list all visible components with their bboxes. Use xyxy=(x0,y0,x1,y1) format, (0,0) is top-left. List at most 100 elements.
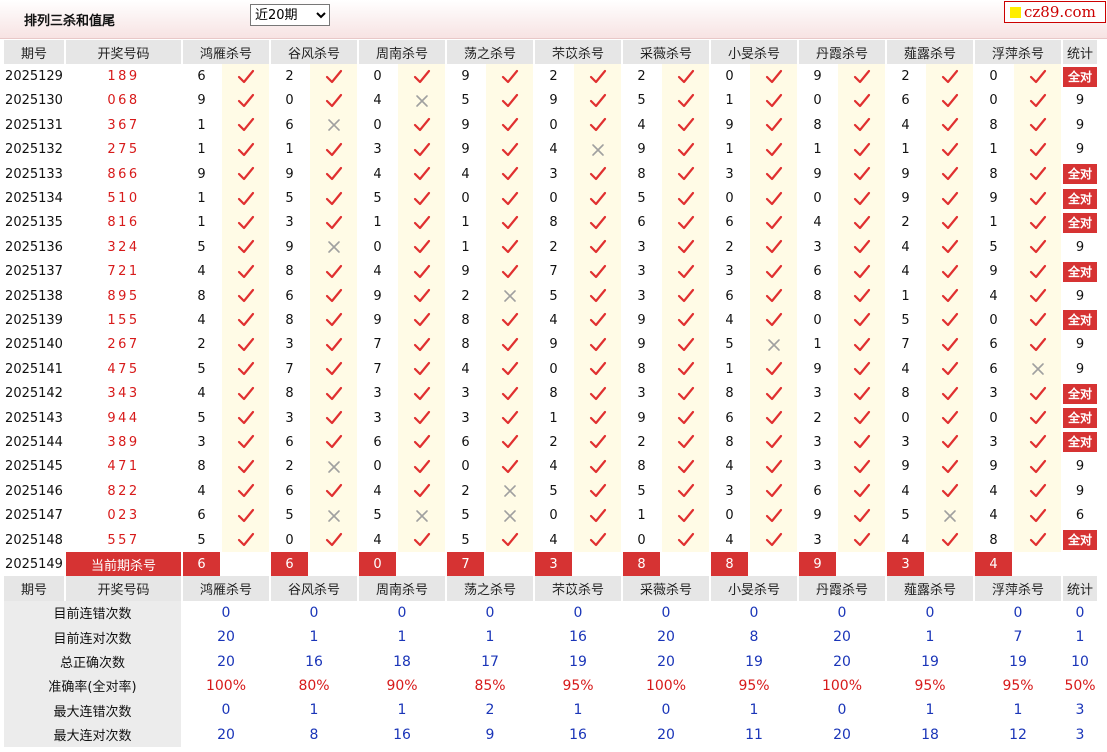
header-expert[interactable]: 丹霞杀号 xyxy=(799,40,885,65)
draw-number-cell: 068 xyxy=(107,93,140,109)
period-filter-select[interactable]: 近20期 xyxy=(250,4,330,26)
summary-label: 目前连对次数 xyxy=(4,624,181,650)
cross-icon xyxy=(486,503,533,528)
kill-number-cell: 6 xyxy=(359,430,396,455)
summary-header-expert[interactable]: 薤露杀号 xyxy=(887,576,973,601)
check-icon xyxy=(486,64,533,89)
header-expert[interactable]: 薤露杀号 xyxy=(887,40,973,65)
summary-value: 0 xyxy=(623,698,709,723)
check-icon xyxy=(750,259,797,284)
blank-cell xyxy=(926,552,973,577)
summary-header-expert[interactable]: 周南杀号 xyxy=(359,576,445,601)
header-expert[interactable]: 鸿雁杀号 xyxy=(183,40,269,65)
kill-number-cell: 7 xyxy=(359,332,396,358)
draw-number-cell: 324 xyxy=(107,239,140,255)
table-row: 2025135 816 1 3 1 1 8 6 6 4 2 1 全对 xyxy=(4,210,1097,236)
all-correct-badge: 全对 xyxy=(1063,432,1097,453)
check-icon xyxy=(398,479,445,504)
header-expert[interactable]: 采薇杀号 xyxy=(623,40,709,65)
check-icon xyxy=(838,283,885,309)
draw-number-cell: 475 xyxy=(107,361,140,377)
check-icon xyxy=(838,357,885,382)
kill-number-cell: 4 xyxy=(711,308,748,333)
site-logo[interactable]: cz89.com xyxy=(1004,1,1106,23)
check-icon xyxy=(838,259,885,284)
header-expert[interactable]: 周南杀号 xyxy=(359,40,445,65)
check-icon xyxy=(398,357,445,382)
kill-number-cell: 8 xyxy=(271,259,308,284)
summary-header-expert[interactable]: 鸿雁杀号 xyxy=(183,576,269,601)
check-icon xyxy=(486,405,533,431)
summary-header-expert[interactable]: 小旻杀号 xyxy=(711,576,797,601)
summary-header-expert[interactable]: 丹霞杀号 xyxy=(799,576,885,601)
summary-header-expert[interactable]: 荡之杀号 xyxy=(447,576,533,601)
table-row: 2025143 944 5 3 3 3 1 9 6 2 0 0 全对 xyxy=(4,405,1097,431)
check-icon xyxy=(574,186,621,211)
blank-cell xyxy=(750,552,797,577)
summary-label: 目前连错次数 xyxy=(4,600,181,625)
check-icon xyxy=(1014,186,1061,211)
summary-value: 19 xyxy=(535,649,621,674)
kill-number-cell: 4 xyxy=(447,357,484,382)
summary-value: 95% xyxy=(711,673,797,699)
period-cell: 2025129 xyxy=(5,69,63,85)
check-icon xyxy=(838,137,885,162)
kill-number-cell: 0 xyxy=(711,64,748,89)
summary-row: 目前连对次数 20 1 1 1 16 20 8 20 1 7 1 xyxy=(4,624,1097,650)
summary-header-expert[interactable]: 浮萍杀号 xyxy=(975,576,1061,601)
summary-value: 16 xyxy=(535,722,621,747)
header-expert[interactable]: 芣苡杀号 xyxy=(535,40,621,65)
kill-number-cell: 9 xyxy=(447,64,484,89)
kill-number-cell: 5 xyxy=(887,308,924,333)
all-correct-badge: 全对 xyxy=(1063,383,1097,404)
cross-icon xyxy=(1014,357,1061,382)
header-expert[interactable]: 荡之杀号 xyxy=(447,40,533,65)
check-icon xyxy=(574,88,621,114)
kill-number-cell: 0 xyxy=(535,113,572,138)
check-icon xyxy=(398,308,445,333)
kill-number-cell: 1 xyxy=(711,357,748,382)
header-expert[interactable]: 谷风杀号 xyxy=(271,40,357,65)
kill-number-cell: 9 xyxy=(623,308,660,333)
stat-cell: 全对 xyxy=(1063,528,1097,552)
kill-number-cell: 9 xyxy=(799,503,836,528)
header-expert[interactable]: 小旻杀号 xyxy=(711,40,797,65)
kill-number-cell: 4 xyxy=(887,357,924,382)
kill-number-cell: 0 xyxy=(711,503,748,528)
kill-number-cell: 3 xyxy=(975,430,1012,455)
summary-header-expert[interactable]: 谷风杀号 xyxy=(271,576,357,601)
summary-value: 1 xyxy=(887,698,973,723)
summary-label: 最大连对次数 xyxy=(4,722,181,747)
check-icon xyxy=(574,259,621,284)
check-icon xyxy=(1014,113,1061,138)
check-icon xyxy=(750,161,797,187)
kill-number-cell: 4 xyxy=(887,479,924,504)
check-icon xyxy=(222,161,269,187)
current-kill-number: 3 xyxy=(887,552,924,577)
check-icon xyxy=(574,64,621,89)
kill-number-cell: 1 xyxy=(359,210,396,236)
check-icon xyxy=(486,430,533,455)
summary-value: 1 xyxy=(271,624,357,650)
kill-number-cell: 9 xyxy=(799,357,836,382)
check-icon xyxy=(574,405,621,431)
kill-number-cell: 5 xyxy=(183,357,220,382)
check-icon xyxy=(310,527,357,553)
kill-number-cell: 5 xyxy=(623,186,660,211)
check-icon xyxy=(838,88,885,114)
period-cell: 2025131 xyxy=(5,117,63,133)
check-icon xyxy=(750,235,797,260)
summary-header-expert[interactable]: 芣苡杀号 xyxy=(535,576,621,601)
cross-icon xyxy=(310,113,357,138)
check-icon xyxy=(926,357,973,382)
kill-number-cell: 6 xyxy=(271,113,308,138)
check-icon xyxy=(398,161,445,187)
kill-number-cell: 3 xyxy=(271,332,308,358)
stat-cell: 9 xyxy=(1075,142,1085,158)
header-expert[interactable]: 浮萍杀号 xyxy=(975,40,1061,65)
check-icon xyxy=(486,308,533,333)
summary-value: 12 xyxy=(975,722,1061,747)
logo-square-icon xyxy=(1010,7,1021,18)
check-icon xyxy=(222,113,269,138)
summary-header-expert[interactable]: 采薇杀号 xyxy=(623,576,709,601)
